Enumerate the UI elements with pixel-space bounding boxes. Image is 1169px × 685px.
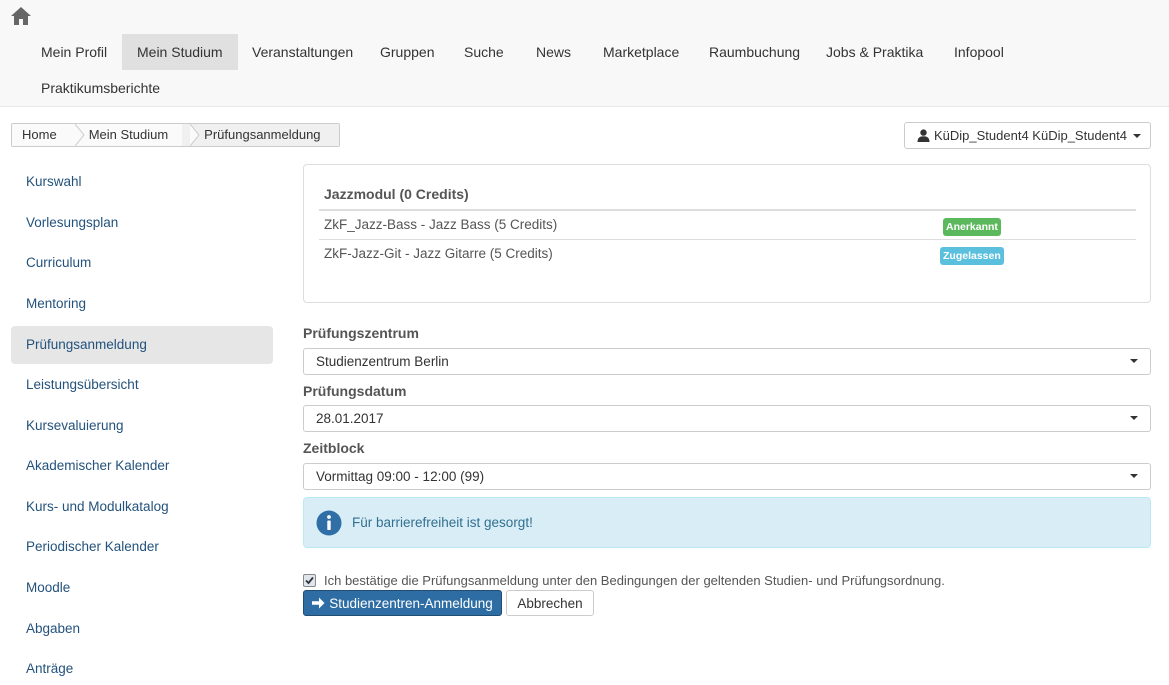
breadcrumb-label: Prüfungsanmeldung <box>204 127 321 142</box>
module-table: ZkF_Jazz-Bass - Jazz Bass (5 Credits) An… <box>319 209 1136 269</box>
sidebar-item-kurswahl[interactable]: Kurswahl <box>11 163 273 201</box>
nav-item-mein-studium[interactable]: Mein Studium <box>122 34 238 70</box>
arrow-right-icon <box>312 597 325 609</box>
center-select-value: Studienzentrum Berlin <box>316 354 449 369</box>
breadcrumb-label: Home <box>22 127 57 142</box>
timeblock-label: Zeitblock <box>303 440 365 456</box>
date-label: Prüfungsdatum <box>303 383 407 399</box>
sidebar-item-leistungsuebersicht[interactable]: Leistungsübersicht <box>11 366 273 404</box>
chevron-down-icon <box>1130 474 1138 478</box>
table-row: ZkF_Jazz-Bass - Jazz Bass (5 Credits) An… <box>319 209 1136 239</box>
nav-item-mein-profil[interactable]: Mein Profil <box>26 34 122 70</box>
course-name: ZkF-Jazz-Git - Jazz Gitarre (5 Credits) <box>324 246 553 261</box>
sidebar-item-pruefungsanmeldung[interactable]: Prüfungsanmeldung <box>11 326 273 364</box>
sidebar-item-periodischer-kalender[interactable]: Periodischer Kalender <box>11 528 273 566</box>
breadcrumb-home[interactable]: Home <box>12 124 85 146</box>
breadcrumb-pruefungsanmeldung[interactable]: Prüfungsanmeldung <box>182 124 339 146</box>
nav-item-veranstaltungen[interactable]: Veranstaltungen <box>237 34 368 70</box>
breadcrumb-label: Mein Studium <box>88 127 169 142</box>
nav-item-news[interactable]: News <box>521 34 586 70</box>
nav-item-infopool[interactable]: Infopool <box>939 34 1019 70</box>
timeblock-select[interactable]: Vormittag 09:00 - 12:00 (99) <box>303 463 1151 490</box>
top-navbar: Mein Profil Mein Studium Veranstaltungen… <box>0 0 1169 107</box>
status-badge: Anerkannt <box>943 218 1001 236</box>
chevron-down-icon <box>1132 133 1141 138</box>
chevron-down-icon <box>1130 416 1138 420</box>
date-select-value: 28.01.2017 <box>316 411 384 426</box>
user-menu-button[interactable]: KüDip_Student4 KüDip_Student4 <box>904 122 1151 149</box>
status-badge: Zugelassen <box>940 247 1004 265</box>
date-select[interactable]: 28.01.2017 <box>303 405 1151 432</box>
sidebar-item-akademischer-kalender[interactable]: Akademischer Kalender <box>11 447 273 485</box>
center-label: Prüfungszentrum <box>303 325 419 341</box>
nav-item-gruppen[interactable]: Gruppen <box>365 34 449 70</box>
module-title: Jazzmodul (0 Credits) <box>324 186 469 202</box>
alert-text: Für barrierefreiheit ist gesorgt! <box>352 515 533 530</box>
sidebar-item-kurs-modulkatalog[interactable]: Kurs- und Modulkatalog <box>11 488 273 526</box>
sidebar-item-abgaben[interactable]: Abgaben <box>11 610 273 648</box>
sidebar-item-antraege[interactable]: Anträge <box>11 650 273 685</box>
nav-item-praktikumsberichte[interactable]: Praktikumsberichte <box>26 70 175 106</box>
breadcrumb: Home Mein Studium Prüfungsanmeldung <box>11 123 340 147</box>
sidebar-item-vorlesungsplan[interactable]: Vorlesungsplan <box>11 204 273 242</box>
confirm-text: Ich bestätige die Prüfungsanmeldung unte… <box>324 572 945 588</box>
info-icon <box>316 510 342 536</box>
center-select[interactable]: Studienzentrum Berlin <box>303 348 1151 375</box>
sidebar-item-curriculum[interactable]: Curriculum <box>11 244 273 282</box>
confirm-checkbox[interactable] <box>303 573 316 587</box>
confirm-row: Ich bestätige die Prüfungsanmeldung unte… <box>303 571 945 589</box>
nav-item-suche[interactable]: Suche <box>449 34 519 70</box>
course-name: ZkF_Jazz-Bass - Jazz Bass (5 Credits) <box>324 217 558 232</box>
user-name: KüDip_Student4 KüDip_Student4 <box>934 128 1127 143</box>
sidebar-item-mentoring[interactable]: Mentoring <box>11 285 273 323</box>
nav-item-jobs-praktika[interactable]: Jobs & Praktika <box>811 34 938 70</box>
timeblock-select-value: Vormittag 09:00 - 12:00 (99) <box>316 469 485 484</box>
cancel-button[interactable]: Abbrechen <box>506 590 594 616</box>
user-icon <box>917 129 930 142</box>
submit-button[interactable]: Studienzentren-Anmeldung <box>303 590 502 616</box>
nav-item-raumbuchung[interactable]: Raumbuchung <box>694 34 815 70</box>
nav-item-marketplace[interactable]: Marketplace <box>588 34 694 70</box>
checkmark-icon <box>305 576 314 584</box>
table-row: ZkF-Jazz-Git - Jazz Gitarre (5 Credits) … <box>319 239 1136 269</box>
home-icon[interactable] <box>10 5 32 27</box>
sidebar-item-kursevaluierung[interactable]: Kursevaluierung <box>11 407 273 445</box>
module-panel: Jazzmodul (0 Credits) ZkF_Jazz-Bass - Ja… <box>303 164 1151 303</box>
submit-button-label: Studienzentren-Anmeldung <box>329 595 493 611</box>
chevron-down-icon <box>1130 359 1138 363</box>
sidebar-item-moodle[interactable]: Moodle <box>11 569 273 607</box>
info-alert: Für barrierefreiheit ist gesorgt! <box>303 497 1151 548</box>
